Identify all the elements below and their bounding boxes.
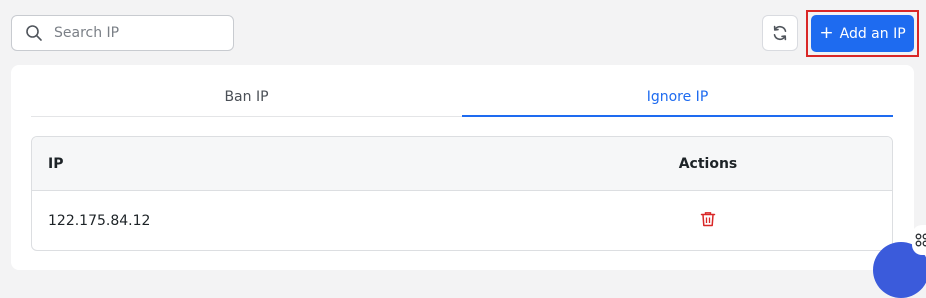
column-header-actions: Actions [678,155,738,172]
trash-icon[interactable] [700,211,716,227]
search-box[interactable] [11,15,234,51]
add-ip-label: Add an IP [839,25,906,42]
actions-cell [628,211,788,231]
side-widget-tab[interactable] [912,225,926,255]
refresh-icon [772,25,788,41]
table-header: IP Actions [32,137,892,191]
search-icon [25,24,43,42]
ip-panel: Ban IP Ignore IP IP Actions 122.175.84.1… [11,65,914,270]
add-ip-button[interactable]: + Add an IP [811,15,914,52]
refresh-button[interactable] [762,15,798,51]
tab-ban-ip[interactable]: Ban IP [31,82,462,116]
ip-cell: 122.175.84.12 [48,213,151,229]
ip-table: IP Actions 122.175.84.12 [31,136,893,251]
plus-icon: + [819,23,834,43]
tab-bar: Ban IP Ignore IP [31,82,893,117]
tab-ignore-ip[interactable]: Ignore IP [462,82,893,117]
column-header-ip: IP [48,155,64,172]
widget-icon [915,233,926,247]
search-input[interactable] [52,24,226,42]
table-row: 122.175.84.12 [32,191,892,250]
